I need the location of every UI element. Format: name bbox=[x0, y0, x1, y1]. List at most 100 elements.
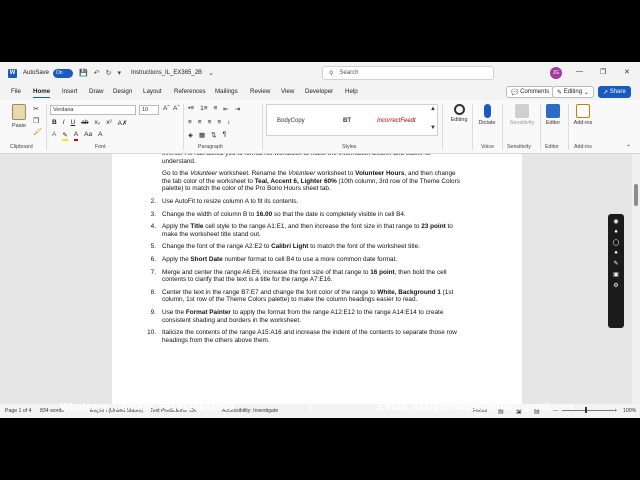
microphone-tool-icon[interactable]: ● bbox=[614, 250, 618, 256]
autosave-toggle[interactable]: On bbox=[53, 68, 74, 78]
decrease-indent-icon[interactable]: ⇤ bbox=[223, 105, 228, 113]
sort-icon[interactable]: ⇅ bbox=[211, 131, 216, 139]
zoom-level[interactable]: 100% bbox=[623, 408, 636, 414]
style-incorrectfeedt[interactable]: IncorrectFeedt bbox=[377, 118, 416, 124]
clear-format-icon[interactable]: A✗ bbox=[118, 119, 128, 127]
shading-icon[interactable]: ◈ bbox=[188, 131, 193, 139]
list-item-number: 8. bbox=[150, 288, 156, 296]
tab-references[interactable]: References bbox=[174, 88, 206, 95]
dictate-button[interactable]: Dictate bbox=[474, 104, 500, 126]
editing-button[interactable]: Editing bbox=[446, 104, 472, 123]
tab-design[interactable]: Design bbox=[113, 88, 132, 95]
style-bt[interactable]: BT bbox=[343, 118, 351, 124]
superscript-icon[interactable]: x² bbox=[106, 119, 111, 127]
align-center-icon[interactable]: ≡ bbox=[198, 119, 202, 126]
font-color-row: A ✎ A Aa A bbox=[52, 131, 102, 141]
document-area[interactable]: events. He has asked you to format his w… bbox=[0, 154, 632, 404]
title-chevron-down-icon[interactable]: ⌄ bbox=[208, 69, 214, 77]
avatar[interactable]: JG bbox=[550, 67, 562, 79]
page-count[interactable]: Page 1 of 4 bbox=[5, 408, 32, 414]
tab-insert[interactable]: Insert bbox=[62, 88, 77, 95]
vertical-scrollbar[interactable] bbox=[632, 154, 640, 404]
tab-help[interactable]: Help bbox=[345, 88, 358, 95]
list-item: 7. Merge and center the range A6:E6, incr… bbox=[151, 268, 462, 284]
styles-scroll-up-icon[interactable]: ▲ bbox=[430, 106, 436, 112]
zoom-in-icon[interactable]: + bbox=[614, 408, 617, 414]
find-icon bbox=[453, 104, 465, 115]
tab-mailings[interactable]: Mailings bbox=[215, 88, 238, 95]
bold-icon[interactable]: B bbox=[52, 119, 57, 127]
list-item-text: Merge and center the range A6:E6, increa… bbox=[162, 268, 447, 284]
justify-icon[interactable]: ≡ bbox=[217, 119, 221, 126]
ribbon-divider bbox=[472, 104, 473, 150]
subscript-icon[interactable]: x₂ bbox=[94, 119, 100, 127]
multilevel-list-icon[interactable]: ≡ bbox=[214, 105, 218, 113]
grow-font-icon[interactable]: Aˆ bbox=[163, 105, 170, 112]
align-left-icon[interactable]: ≡ bbox=[188, 119, 192, 126]
tab-developer[interactable]: Developer bbox=[305, 88, 333, 95]
increase-indent-icon[interactable]: ⇥ bbox=[235, 105, 240, 113]
share-button[interactable]: ↗ Share bbox=[598, 86, 631, 98]
numbering-icon[interactable]: 1≡ bbox=[200, 105, 207, 113]
borders-icon[interactable]: ▦ bbox=[199, 131, 205, 139]
redo-icon[interactable]: ↻ bbox=[106, 69, 112, 77]
editor-button[interactable]: Editor bbox=[540, 104, 566, 126]
sensitivity-button[interactable]: Sensitivity bbox=[506, 104, 538, 126]
camera-icon[interactable]: ◉ bbox=[613, 218, 618, 225]
tab-draw[interactable]: Draw bbox=[89, 88, 103, 95]
line-spacing-icon[interactable]: ↕ bbox=[227, 119, 230, 126]
comments-button[interactable]: 💬 Comments bbox=[506, 86, 555, 98]
dictate-button-label: Dictate bbox=[478, 120, 496, 126]
zoom-slider-thumb[interactable] bbox=[585, 407, 587, 413]
align-right-icon[interactable]: ≡ bbox=[208, 119, 212, 126]
gear-icon[interactable]: ⚙ bbox=[613, 282, 618, 289]
minimize-icon[interactable]: — bbox=[576, 68, 583, 75]
change-case-icon[interactable]: Aa bbox=[84, 131, 92, 141]
editing-mode-button[interactable]: ✎ Editing ⌄ bbox=[552, 86, 594, 98]
pen-tool-icon[interactable]: ✎ bbox=[613, 260, 618, 267]
font-size-select[interactable]: 10 bbox=[139, 105, 159, 115]
document-page[interactable]: events. He has asked you to format his w… bbox=[112, 154, 522, 404]
character-shading-icon[interactable]: A bbox=[98, 131, 102, 141]
italic-icon[interactable]: I bbox=[63, 119, 65, 127]
paste-label[interactable]: Paste bbox=[12, 123, 26, 129]
close-icon[interactable]: ✕ bbox=[624, 68, 630, 76]
scrollbar-thumb[interactable] bbox=[634, 184, 638, 206]
paste-icon[interactable] bbox=[12, 104, 26, 120]
tab-layout[interactable]: Layout bbox=[143, 88, 162, 95]
maximize-icon[interactable]: ❐ bbox=[600, 68, 606, 76]
font-color-icon[interactable]: A bbox=[73, 131, 79, 141]
highlight-icon[interactable]: ✎ bbox=[62, 131, 68, 141]
list-item: 4. Apply the Title cell style to the rang… bbox=[151, 223, 462, 238]
webcam-icon[interactable]: ▣ bbox=[613, 271, 619, 278]
list-item-text: Apply the Short Date number format to ce… bbox=[162, 255, 398, 263]
bullets-icon[interactable]: •≡ bbox=[188, 105, 194, 113]
tab-home[interactable]: Home bbox=[33, 88, 51, 98]
cut-icon[interactable]: ✂ bbox=[33, 105, 39, 113]
record-icon[interactable]: ● bbox=[614, 229, 618, 235]
search-icon: ⚲ bbox=[329, 70, 334, 77]
tab-review[interactable]: Review bbox=[250, 88, 270, 95]
underline-icon[interactable]: U bbox=[71, 119, 76, 127]
styles-more-icon[interactable]: ▼ bbox=[430, 125, 436, 131]
tab-view[interactable]: View bbox=[281, 88, 294, 95]
show-marks-icon[interactable]: ¶ bbox=[223, 131, 227, 139]
undo-icon[interactable]: ↶ bbox=[94, 69, 100, 77]
strikethrough-icon[interactable]: ab bbox=[81, 119, 88, 127]
text-effects-icon[interactable]: A bbox=[52, 131, 56, 141]
tab-file[interactable]: File bbox=[11, 88, 21, 95]
collapse-ribbon-icon[interactable]: ⌃ bbox=[626, 144, 631, 151]
sensitivity-button-label: Sensitivity bbox=[509, 120, 535, 126]
document-title[interactable]: Instructions_IL_EX365_2B bbox=[131, 70, 202, 76]
save-icon[interactable]: 💾 bbox=[79, 69, 88, 77]
copy-icon[interactable]: ❐ bbox=[33, 117, 39, 125]
search-input[interactable]: ⚲ Search bbox=[322, 66, 494, 80]
ribbon-divider bbox=[46, 104, 47, 150]
list-item-text: Change the width of column B to 16.00 so… bbox=[162, 210, 406, 218]
addins-button[interactable]: Add-ins bbox=[570, 104, 596, 126]
style-bodycopy[interactable]: BodyCopy bbox=[277, 118, 305, 124]
font-name-select[interactable]: Verdana bbox=[50, 105, 136, 115]
format-painter-icon[interactable]: 🖌 bbox=[33, 128, 42, 136]
customize-qat-icon[interactable]: ▾ bbox=[118, 69, 122, 77]
shrink-font-icon[interactable]: Aˇ bbox=[173, 105, 180, 112]
